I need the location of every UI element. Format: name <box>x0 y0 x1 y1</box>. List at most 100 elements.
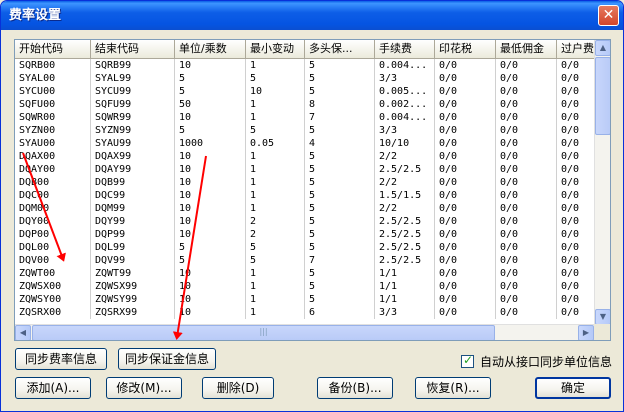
horizontal-scrollbar[interactable]: ◀ ||| ▶ <box>15 324 595 340</box>
delete-button[interactable]: 删除(D) <box>202 377 274 399</box>
column-header[interactable]: 过户费 <box>557 40 595 59</box>
table-row[interactable]: DQB00 DQB99 10 1 5 2/2 0/0 0/0 0/0 <box>15 176 595 189</box>
horizontal-scroll-thumb[interactable]: ||| <box>32 325 495 340</box>
table-row[interactable]: SQRB00 SQRB99 10 1 5 0.004... 0/0 0/0 0/0 <box>15 59 595 72</box>
table-cell: 0/0 <box>496 98 557 111</box>
table-cell: 0/0 <box>557 267 595 280</box>
table-cell: 0/0 <box>435 241 496 254</box>
table-cell: 0/0 <box>435 306 496 319</box>
table-row[interactable]: DQV00 DQV99 5 5 7 2.5/2.5 0/0 0/0 0/0 <box>15 254 595 267</box>
column-header[interactable]: 单位/乘数 <box>175 40 246 59</box>
table-cell: 5 <box>246 241 305 254</box>
vertical-scrollbar[interactable]: ▲ ▼ <box>594 40 610 325</box>
table-cell: SYAL99 <box>91 72 175 85</box>
column-header[interactable]: 多头保... <box>305 40 375 59</box>
table-cell: 0/0 <box>435 280 496 293</box>
table-row[interactable]: ZQWT00 ZQWT99 10 1 5 1/1 0/0 0/0 0/0 <box>15 267 595 280</box>
column-header[interactable]: 结束代码 <box>91 40 175 59</box>
table-row[interactable]: ZQSRX00 ZQSRX99 10 1 6 3/3 0/0 0/0 0/0 <box>15 306 595 319</box>
table-cell: 2/2 <box>375 202 435 215</box>
scroll-down-button[interactable]: ▼ <box>595 309 610 325</box>
scroll-up-button[interactable]: ▲ <box>595 40 610 56</box>
table-cell: 0/0 <box>557 215 595 228</box>
table-row[interactable]: DQAX00 DQAX99 10 1 5 2/2 0/0 0/0 0/0 <box>15 150 595 163</box>
table-row[interactable]: SQWR00 SQWR99 10 1 7 0.004... 0/0 0/0 0/0 <box>15 111 595 124</box>
sync-rate-button[interactable]: 同步费率信息 <box>15 348 107 370</box>
modify-button[interactable]: 修改(M)... <box>106 377 182 399</box>
table-cell: 0/0 <box>435 72 496 85</box>
title-bar[interactable]: 费率设置 <box>1 1 623 30</box>
table-cell: SYAU00 <box>15 137 91 150</box>
close-button[interactable]: ✕ <box>598 5 619 26</box>
table-cell: 0/0 <box>496 163 557 176</box>
table-row[interactable]: SYAL00 SYAL99 5 5 5 3/3 0/0 0/0 0/0 <box>15 72 595 85</box>
table-row[interactable]: DQP00 DQP99 10 2 5 2.5/2.5 0/0 0/0 0/0 <box>15 228 595 241</box>
table-cell: 0/0 <box>496 137 557 150</box>
auto-sync-checkbox[interactable] <box>461 353 474 368</box>
table-cell: 0/0 <box>496 85 557 98</box>
table-row[interactable]: DQL00 DQL99 5 5 5 2.5/2.5 0/0 0/0 0/0 <box>15 241 595 254</box>
table-cell: 0/0 <box>557 150 595 163</box>
table-cell: 8 <box>305 98 375 111</box>
table-cell: 5 <box>305 228 375 241</box>
table-cell: 1 <box>246 163 305 176</box>
table-cell: ZQWSX99 <box>91 280 175 293</box>
table-cell: 0/0 <box>435 124 496 137</box>
table-cell: 5 <box>305 267 375 280</box>
table-cell: 0/0 <box>496 59 557 72</box>
column-header[interactable]: 手续费 <box>375 40 435 59</box>
table-cell: DQY99 <box>91 215 175 228</box>
table-cell: 0.005... <box>375 85 435 98</box>
table-cell: 5 <box>305 85 375 98</box>
scroll-left-button[interactable]: ◀ <box>15 325 31 340</box>
table-row[interactable]: ZQWSX00 ZQWSX99 10 1 5 1/1 0/0 0/0 0/0 <box>15 280 595 293</box>
table-row[interactable]: DQM00 DQM99 10 1 5 2/2 0/0 0/0 0/0 <box>15 202 595 215</box>
table-cell: 1/1 <box>375 280 435 293</box>
restore-button[interactable]: 恢复(R)... <box>415 377 491 399</box>
auto-sync-label: 自动从接口同步单位信息 <box>480 354 613 369</box>
backup-button[interactable]: 备份(B)... <box>317 377 393 399</box>
auto-sync-checkbox-row[interactable]: 自动从接口同步单位信息 <box>461 353 612 369</box>
column-header[interactable]: 开始代码 <box>15 40 91 59</box>
table-cell: 0/0 <box>435 228 496 241</box>
ok-button[interactable]: 确定 <box>535 377 611 399</box>
sync-margin-button[interactable]: 同步保证金信息 <box>118 348 216 370</box>
table-row[interactable]: SYCU00 SYCU99 5 10 5 0.005... 0/0 0/0 0/0 <box>15 85 595 98</box>
fee-table: 开始代码 结束代码 单位/乘数 最小变动 多头保... 手续费 印花税 最低佣金 过户费 SQR… <box>14 39 611 341</box>
table-cell: 0/0 <box>557 163 595 176</box>
table-cell: DQM00 <box>15 202 91 215</box>
table-cell: 2/2 <box>375 150 435 163</box>
table-cell: ZQWSY99 <box>91 293 175 306</box>
table-cell: SYZN99 <box>91 124 175 137</box>
table-cell: 1 <box>246 280 305 293</box>
arrow-up-icon: ▲ <box>599 43 607 52</box>
table-cell: DQAY99 <box>91 163 175 176</box>
table-cell: 5 <box>175 254 246 267</box>
table-cell: 0/0 <box>496 111 557 124</box>
table-cell: 1 <box>246 202 305 215</box>
table-cell: 0/0 <box>557 280 595 293</box>
scroll-right-button[interactable]: ▶ <box>578 325 594 340</box>
table-row[interactable]: DQAY00 DQAY99 10 1 5 2.5/2.5 0/0 0/0 0/0 <box>15 163 595 176</box>
vertical-scroll-thumb[interactable] <box>595 57 610 135</box>
table-row[interactable]: DQY00 DQY99 10 2 5 2.5/2.5 0/0 0/0 0/0 <box>15 215 595 228</box>
table-row[interactable]: DQC00 DQC99 10 1 5 1.5/1.5 0/0 0/0 0/0 <box>15 189 595 202</box>
column-header[interactable]: 最小变动 <box>246 40 305 59</box>
column-header[interactable]: 最低佣金 <box>496 40 557 59</box>
table-cell: ZQSRX00 <box>15 306 91 319</box>
table-row[interactable]: SYAU00 SYAU99 1000 0.05 4 10/10 0/0 0/0 0/0 <box>15 137 595 150</box>
column-header[interactable]: 印花税 <box>435 40 496 59</box>
add-button[interactable]: 添加(A)... <box>15 377 91 399</box>
window-title: 费率设置 <box>9 8 62 23</box>
table-row[interactable]: ZQWSY00 ZQWSY99 10 1 5 1/1 0/0 0/0 0/0 <box>15 293 595 306</box>
table-cell: 0/0 <box>496 306 557 319</box>
table-cell: DQB99 <box>91 176 175 189</box>
table-cell: 10 <box>175 306 246 319</box>
table-row[interactable]: SQFU00 SQFU99 50 1 8 0.002... 0/0 0/0 0/0 <box>15 98 595 111</box>
table-cell: 3/3 <box>375 306 435 319</box>
table-row[interactable]: SYZN00 SYZN99 5 5 5 3/3 0/0 0/0 0/0 <box>15 124 595 137</box>
table-cell: 5 <box>305 124 375 137</box>
table-cell: ZQSRX99 <box>91 306 175 319</box>
table-cell: 0/0 <box>557 85 595 98</box>
table-cell: 5 <box>175 124 246 137</box>
